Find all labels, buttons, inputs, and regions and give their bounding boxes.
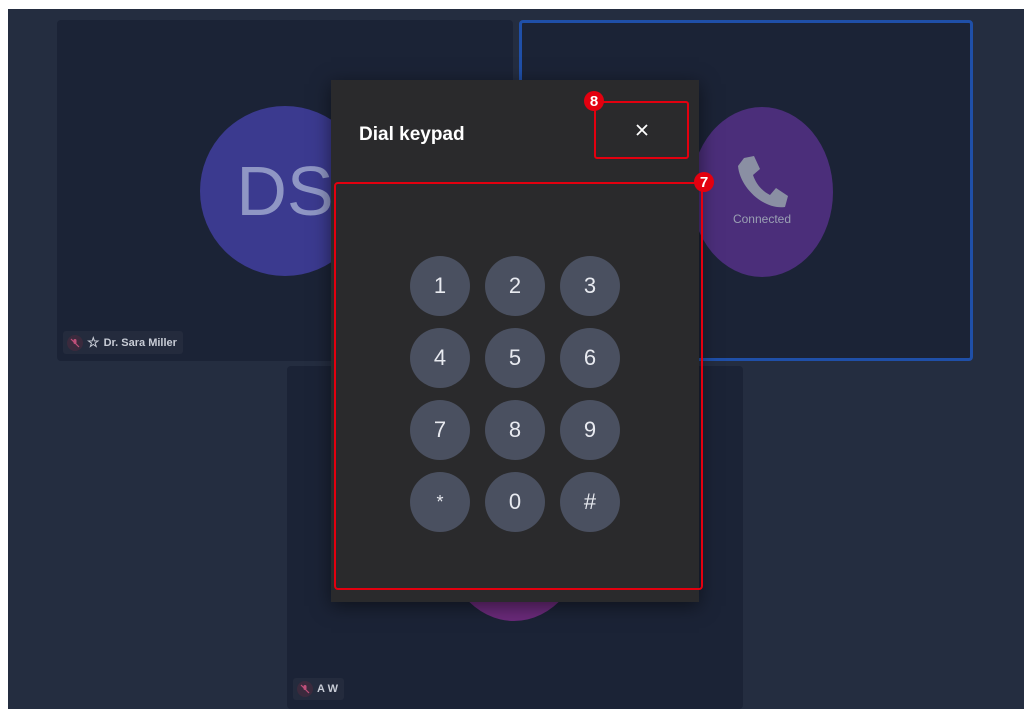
- participant-name-tag: A W: [293, 678, 344, 700]
- phone-icon: [738, 156, 788, 208]
- key-7[interactable]: 7: [410, 400, 470, 460]
- participant-name-tag: ☆ Dr. Sara Miller: [63, 331, 183, 354]
- mic-muted-icon: [67, 334, 83, 351]
- key-4[interactable]: 4: [410, 328, 470, 388]
- key-8[interactable]: 8: [485, 400, 545, 460]
- call-status-avatar: Connected: [691, 107, 833, 277]
- avatar-initials: DS: [236, 152, 334, 230]
- annotation-marker-close: 8: [584, 91, 604, 111]
- key-3[interactable]: 3: [560, 256, 620, 316]
- key-0[interactable]: 0: [485, 472, 545, 532]
- keypad-grid: 1 2 3 4 5 6 7 8 9 * 0 #: [410, 256, 620, 532]
- dial-keypad-dialog: Dial keypad 1 2 3 4 5 6 7 8 9 * 0 #: [331, 80, 703, 602]
- key-1[interactable]: 1: [410, 256, 470, 316]
- key-6[interactable]: 6: [560, 328, 620, 388]
- key-star[interactable]: *: [410, 472, 470, 532]
- participant-name: Dr. Sara Miller: [103, 336, 177, 349]
- participant-name: A W: [317, 683, 338, 695]
- key-hash[interactable]: #: [560, 472, 620, 532]
- close-button[interactable]: [594, 101, 689, 159]
- keypad-area: 1 2 3 4 5 6 7 8 9 * 0 #: [334, 182, 703, 590]
- star-icon[interactable]: ☆: [87, 334, 100, 351]
- key-9[interactable]: 9: [560, 400, 620, 460]
- call-status-text: Connected: [732, 212, 792, 226]
- key-5[interactable]: 5: [485, 328, 545, 388]
- close-icon: [635, 124, 648, 136]
- mic-muted-icon: [297, 681, 313, 697]
- key-2[interactable]: 2: [485, 256, 545, 316]
- dialog-title: Dial keypad: [359, 124, 465, 145]
- annotation-marker-keypad: 7: [694, 172, 714, 192]
